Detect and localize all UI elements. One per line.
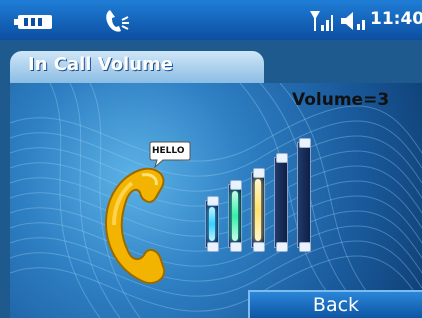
phone-handset-icon — [104, 167, 166, 285]
clock: 11:40 — [370, 9, 422, 29]
speaker-icon — [341, 12, 365, 30]
volume-label: Volume=3 — [292, 90, 390, 110]
page-title: In Call Volume — [28, 54, 174, 75]
status-bar: 11:40 — [0, 0, 422, 40]
volume-bar-1 — [205, 196, 219, 252]
speech-bubble-text: HELLO — [152, 146, 185, 156]
volume-bar-5 — [297, 138, 311, 252]
screen: 11:40 In Call Volume Volume=3 HELLO Back — [0, 0, 422, 318]
back-button[interactable]: Back — [248, 290, 422, 318]
battery-icon — [14, 15, 52, 29]
volume-bar-4 — [274, 153, 288, 252]
call-forward-icon — [106, 10, 129, 32]
volume-bar-3 — [251, 168, 265, 252]
volume-bar-2 — [228, 180, 242, 252]
signal-icon — [310, 11, 333, 31]
